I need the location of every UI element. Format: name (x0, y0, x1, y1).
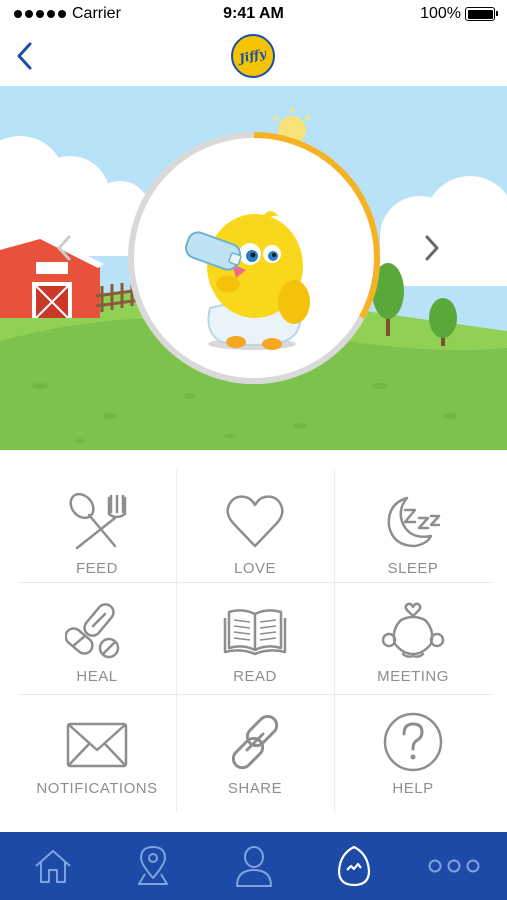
logo-text: Jiffy (238, 46, 268, 66)
feed-button[interactable]: FEED (18, 490, 176, 577)
divider (18, 582, 492, 583)
chevron-right-icon (425, 235, 439, 261)
help-button[interactable]: HELP (334, 710, 492, 797)
home-icon (34, 850, 71, 883)
more-icon (428, 859, 479, 873)
previous-arrow[interactable] (56, 234, 92, 278)
envelope-icon (66, 722, 128, 768)
help-label: HELP (392, 780, 434, 797)
friends-meeting-icon (381, 602, 445, 658)
map-pin-icon (137, 846, 168, 885)
sleep-label: SLEEP (387, 560, 439, 577)
notifications-button[interactable]: NOTIFICATIONS (18, 718, 176, 797)
action-grid: FEED LOVE SLEEP HEAL READ MEETING NOTIFI… (18, 470, 492, 812)
chevron-left-icon (57, 235, 71, 261)
share-button[interactable]: SHARE (176, 710, 334, 797)
fork-spoon-icon (69, 492, 127, 550)
notifications-label: NOTIFICATIONS (36, 780, 158, 797)
heart-icon (226, 495, 284, 548)
tab-profile[interactable] (203, 832, 304, 900)
love-button[interactable]: LOVE (176, 490, 334, 577)
share-label: SHARE (227, 780, 283, 797)
nav-bar: Jiffy (0, 28, 507, 86)
book-icon (223, 609, 287, 656)
next-arrow[interactable] (424, 234, 460, 278)
status-bar: Carrier 9:41 AM 100% (0, 0, 507, 28)
chevron-left-icon (17, 42, 32, 70)
battery-percent: 100% (420, 5, 461, 22)
profile-icon (235, 846, 272, 887)
pet-scene (0, 86, 507, 450)
read-button[interactable]: READ (176, 598, 334, 685)
tab-egg[interactable] (303, 832, 404, 900)
battery-icon (465, 7, 498, 21)
meeting-label: MEETING (377, 668, 449, 685)
heal-button[interactable]: HEAL (18, 598, 176, 685)
divider (18, 694, 492, 695)
meeting-button[interactable]: MEETING (334, 598, 492, 685)
moon-sleep-icon (387, 496, 441, 548)
read-label: READ (233, 668, 277, 685)
sleep-button[interactable]: SLEEP (334, 490, 492, 577)
pills-icon (65, 603, 120, 659)
question-mark-icon (383, 712, 443, 772)
link-icon (231, 714, 279, 770)
tab-home[interactable] (2, 832, 103, 900)
jiffy-logo: Jiffy (231, 34, 275, 78)
feed-label: FEED (75, 560, 118, 577)
battery-status: 100% (420, 5, 498, 23)
tab-bar (0, 832, 507, 900)
tab-map[interactable] (102, 832, 203, 900)
love-label: LOVE (233, 560, 277, 577)
tab-more[interactable] (403, 832, 504, 900)
heal-label: HEAL (76, 668, 118, 685)
egg-icon (337, 845, 370, 887)
back-button[interactable] (10, 38, 40, 74)
